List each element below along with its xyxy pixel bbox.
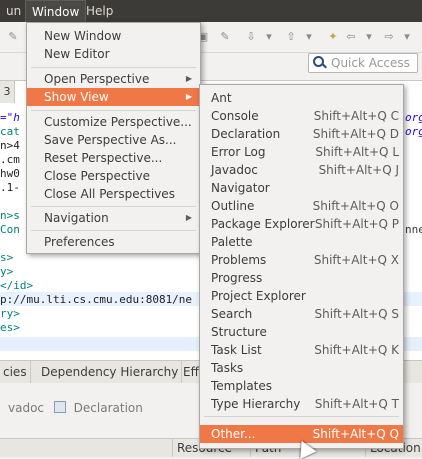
menu-item-close-all-perspectives[interactable]: Close All Perspectives: [27, 185, 200, 203]
menu-item-navigation[interactable]: Navigation ▶: [27, 209, 200, 227]
view-item-search[interactable]: Search Shift+Alt+Q S: [200, 305, 403, 323]
menu-item-new-editor[interactable]: New Editor: [27, 45, 200, 63]
code-line: s>: [0, 251, 14, 264]
code-line: ="h: [0, 111, 20, 124]
code-line: y>: [0, 265, 14, 278]
view-item-package-explorer[interactable]: Package Explorer Shift+Alt+Q P: [200, 215, 403, 233]
view-item-ant[interactable]: Ant: [200, 89, 403, 107]
menu-window[interactable]: Window: [25, 0, 87, 22]
tab-javadoc[interactable]: vadoc: [8, 401, 44, 415]
declaration-icon: [53, 401, 66, 413]
code-line: .cm: [0, 153, 20, 166]
pin-icon[interactable]: ✎: [6, 30, 20, 44]
menu-run[interactable]: un: [0, 0, 27, 22]
view-item-progress[interactable]: Progress: [200, 269, 403, 287]
menu-separator: [31, 206, 196, 207]
view-item-project-explorer[interactable]: Project Explorer: [200, 287, 403, 305]
forward-icon[interactable]: ⇨: [382, 30, 396, 44]
code-fragment: org: [405, 111, 422, 124]
view-item-declaration[interactable]: Declaration Shift+Alt+Q D: [200, 125, 403, 143]
menu-item-save-perspective-as[interactable]: Save Perspective As...: [27, 131, 200, 149]
view-item-type-hierarchy[interactable]: Type Hierarchy Shift+Alt+Q T: [200, 395, 403, 413]
next-annotation-icon[interactable]: ⇩: [244, 30, 258, 44]
view-item-navigator[interactable]: Navigator: [200, 179, 403, 197]
view-item-problems[interactable]: Problems Shift+Alt+Q X: [200, 251, 403, 269]
menu-separator: [204, 416, 399, 417]
code-line: hw0: [0, 167, 20, 180]
code-line: </id>: [0, 279, 34, 292]
view-item-error-log[interactable]: Error Log Shift+Alt+Q L: [200, 143, 403, 161]
tab-declaration[interactable]: Declaration: [74, 401, 143, 415]
show-view-submenu: Ant Console Shift+Alt+Q C Declaration Shif…: [199, 84, 404, 449]
view-item-templates[interactable]: Templates: [200, 377, 403, 395]
dropdown-icon[interactable]: ▾: [262, 30, 276, 44]
view-item-tasks[interactable]: Tasks: [200, 359, 403, 377]
menu-separator: [31, 67, 196, 68]
menu-separator: [31, 230, 196, 231]
menu-item-open-perspective[interactable]: Open Perspective ▶: [27, 70, 200, 88]
code-fragment: nne: [405, 223, 422, 236]
menu-item-reset-perspective[interactable]: Reset Perspective...: [27, 149, 200, 167]
code-line: .1-: [0, 181, 20, 194]
prev-annotation-icon[interactable]: ⇧: [284, 30, 298, 44]
edit-icon[interactable]: ✎: [218, 30, 232, 44]
menu-bar: un Window Help: [0, 0, 422, 22]
dropdown-icon[interactable]: ▾: [400, 30, 414, 44]
submenu-arrow-icon: ▶: [185, 92, 192, 101]
code-line: Con: [0, 223, 20, 236]
submenu-arrow-icon: ▶: [185, 213, 192, 222]
menu-item-show-view[interactable]: Show View ▶: [27, 88, 200, 106]
editor-tab[interactable]: 3: [0, 81, 15, 103]
code-line: n>4: [0, 139, 20, 152]
quick-access-placeholder: Quick Access: [331, 56, 410, 70]
view-item-palette[interactable]: Palette: [200, 233, 403, 251]
code-line: ry>: [0, 307, 20, 320]
window-menu: New Window New Editor Open Perspective ▶ …: [26, 22, 201, 254]
code-line: n>s: [0, 209, 20, 222]
menu-separator: [31, 110, 196, 111]
quick-access-field[interactable]: Quick Access: [308, 53, 418, 73]
tab-dependencies[interactable]: cies: [0, 361, 31, 383]
code-line: es>: [0, 321, 20, 334]
menu-item-new-window[interactable]: New Window: [27, 27, 200, 45]
last-edit-icon[interactable]: ✦: [326, 30, 340, 44]
view-item-console[interactable]: Console Shift+Alt+Q C: [200, 107, 403, 125]
view-item-javadoc[interactable]: Javadoc Shift+Alt+Q J: [200, 161, 403, 179]
tab-dependency-hierarchy[interactable]: Dependency Hierarchy: [38, 361, 183, 383]
menu-item-customize-perspective[interactable]: Customize Perspective...: [27, 113, 200, 131]
menu-item-close-perspective[interactable]: Close Perspective: [27, 167, 200, 185]
code-line: cat: [0, 125, 20, 138]
view-item-structure[interactable]: Structure: [200, 323, 403, 341]
code-line: p://mu.lti.cs.cmu.edu:8081/ne: [0, 293, 193, 306]
view-item-outline[interactable]: Outline Shift+Alt+Q O: [200, 197, 403, 215]
code-fragment: org: [405, 125, 422, 138]
menu-help[interactable]: Help: [80, 0, 119, 22]
dropdown-icon[interactable]: ▾: [302, 30, 316, 44]
submenu-arrow-icon: ▶: [185, 74, 192, 83]
back-icon[interactable]: ⇦: [344, 30, 358, 44]
view-item-task-list[interactable]: Task List Shift+Alt+Q K: [200, 341, 403, 359]
menu-item-preferences[interactable]: Preferences: [27, 233, 200, 251]
dropdown-icon[interactable]: ▾: [362, 30, 376, 44]
